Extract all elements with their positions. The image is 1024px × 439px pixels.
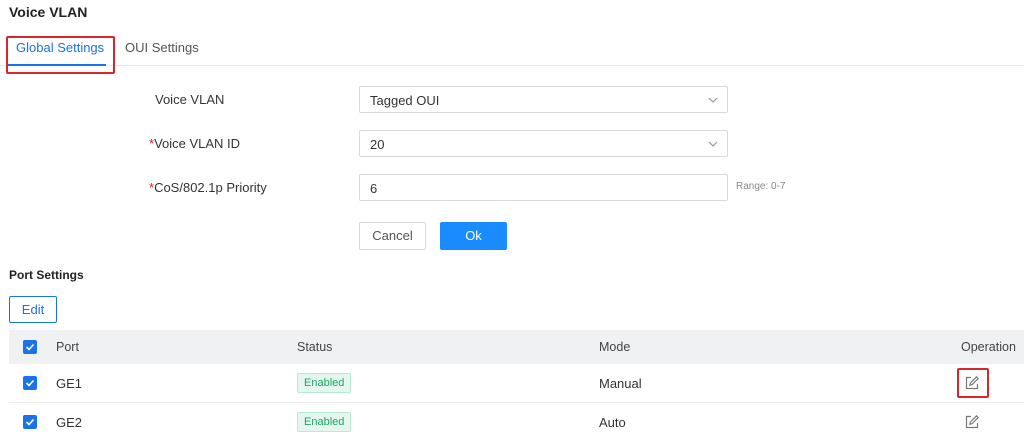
chevron-down-icon (708, 97, 718, 103)
checkmark-icon (25, 418, 35, 426)
edit-icon[interactable] (964, 375, 980, 391)
column-header-operation: Operation (961, 340, 1016, 354)
row-checkbox[interactable] (23, 376, 37, 390)
tab-global-settings[interactable]: Global Settings (16, 40, 104, 55)
voice-vlan-label: Voice VLAN (155, 92, 225, 107)
mode-cell: Auto (599, 415, 626, 430)
voice-vlan-id-label-text: Voice VLAN ID (154, 136, 241, 151)
table-row: GE2 Enabled Auto (9, 403, 1024, 439)
voice-vlan-id-select[interactable]: 20 (359, 130, 728, 157)
ok-button[interactable]: Ok (440, 222, 507, 250)
port-settings-title: Port Settings (9, 268, 84, 282)
port-cell: GE2 (56, 415, 83, 430)
cos-priority-value: 6 (370, 181, 378, 196)
status-badge: Enabled (297, 373, 352, 393)
mode-cell: Manual (599, 376, 642, 391)
row-checkbox[interactable] (23, 415, 37, 429)
cos-priority-label-text: CoS/802.1p Priority (154, 180, 267, 195)
active-tab-indicator (8, 64, 106, 66)
status-badge: Enabled (297, 412, 352, 432)
chevron-down-icon (708, 141, 718, 147)
cos-priority-input[interactable]: 6 (359, 174, 728, 201)
tab-oui-settings[interactable]: OUI Settings (125, 40, 199, 55)
cos-priority-label: *CoS/802.1p Priority (149, 180, 267, 195)
column-header-port: Port (56, 340, 79, 354)
cancel-button[interactable]: Cancel (359, 222, 426, 250)
cos-priority-range-hint: Range: 0-7 (736, 181, 786, 192)
edit-button[interactable]: Edit (9, 296, 57, 323)
voice-vlan-id-label: *Voice VLAN ID (149, 136, 240, 151)
tab-bar: Global Settings OUI Settings (0, 30, 1024, 66)
table-header: Port Status Mode Operation (9, 330, 1024, 364)
column-header-mode: Mode (599, 340, 631, 354)
voice-vlan-value: Tagged OUI (370, 93, 440, 108)
checkmark-icon (25, 343, 35, 351)
page-title: Voice VLAN (9, 4, 88, 20)
column-header-status: Status (297, 340, 333, 354)
table-row: GE1 Enabled Manual (9, 364, 1024, 403)
edit-icon[interactable] (964, 414, 980, 430)
select-all-checkbox[interactable] (23, 340, 37, 354)
voice-vlan-id-value: 20 (370, 137, 385, 152)
checkmark-icon (25, 379, 35, 387)
port-cell: GE1 (56, 376, 83, 391)
voice-vlan-select[interactable]: Tagged OUI (359, 86, 728, 113)
